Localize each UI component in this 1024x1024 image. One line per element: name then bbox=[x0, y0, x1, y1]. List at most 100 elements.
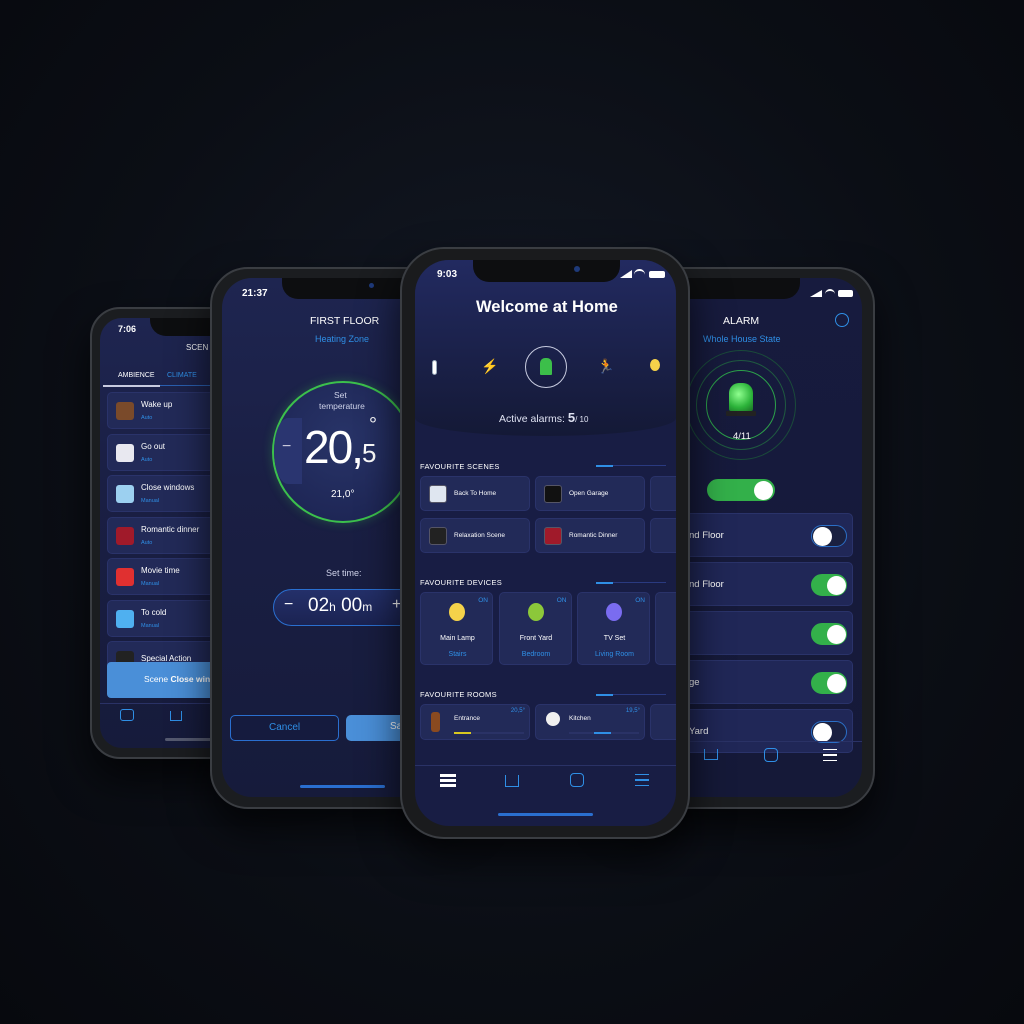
alarm-subtitle: Whole House State bbox=[703, 334, 781, 344]
minutes-unit: m bbox=[362, 600, 373, 614]
wifi-icon bbox=[634, 269, 645, 277]
zone-toggle[interactable] bbox=[811, 721, 847, 743]
nav-divider bbox=[415, 765, 676, 766]
status-time: 9:03 bbox=[437, 269, 458, 280]
plate-icon bbox=[546, 712, 560, 726]
notch bbox=[473, 260, 620, 282]
device-card[interactable]: ON TV Set Living Room bbox=[577, 592, 650, 665]
zone-toggle[interactable] bbox=[811, 574, 847, 596]
device-name: Main Lamp bbox=[440, 635, 475, 642]
tab-ambience[interactable]: AMBIENCE bbox=[118, 372, 155, 379]
scene-card-partial[interactable] bbox=[650, 476, 676, 511]
zone-name: Yard bbox=[689, 726, 709, 737]
device-card[interactable]: ON Main Lamp Stairs bbox=[420, 592, 493, 665]
active-alarms-label: Active alarms: bbox=[499, 413, 565, 425]
scenes-grid-icon[interactable] bbox=[120, 709, 134, 721]
siren-base bbox=[726, 411, 756, 416]
room-progress-fill bbox=[454, 731, 471, 734]
window-icon bbox=[116, 485, 134, 503]
wine-glasses-icon bbox=[544, 527, 562, 545]
home-indicator bbox=[498, 813, 593, 816]
minus-icon: − bbox=[282, 438, 292, 455]
home-icon[interactable] bbox=[505, 775, 519, 787]
scene-mode: Auto bbox=[141, 539, 153, 546]
home-icon[interactable] bbox=[704, 749, 718, 760]
zone-toggle[interactable] bbox=[811, 672, 847, 694]
menu-icon[interactable] bbox=[635, 774, 649, 786]
menu-icon[interactable] bbox=[823, 749, 837, 761]
hours-unit: h bbox=[329, 600, 336, 614]
toast-scene-name: Close win bbox=[170, 674, 211, 684]
home-icon[interactable] bbox=[170, 711, 182, 721]
scene-card[interactable]: Back To Home bbox=[420, 476, 530, 511]
device-card[interactable]: ON Front Yard Bedroom bbox=[498, 592, 572, 665]
devices-scroll-indicator[interactable] bbox=[596, 582, 666, 584]
cancel-button[interactable]: Cancel bbox=[230, 715, 339, 741]
scene-card-partial[interactable] bbox=[650, 518, 676, 553]
wifi-icon bbox=[825, 289, 835, 297]
scene-mode: Manual bbox=[141, 622, 160, 629]
tv-icon bbox=[606, 603, 622, 621]
zone-toggle[interactable] bbox=[811, 525, 847, 547]
thermometer-icon[interactable] bbox=[432, 360, 437, 375]
scene-name: Wake up bbox=[141, 400, 173, 409]
toggle-knob bbox=[827, 576, 846, 595]
lightning-icon[interactable]: ⚡ bbox=[481, 358, 498, 375]
scene-mode: Auto bbox=[141, 456, 153, 463]
scenes-grid-icon[interactable] bbox=[440, 774, 456, 787]
door-enter-icon bbox=[429, 485, 447, 503]
play-icon[interactable] bbox=[764, 748, 778, 762]
toggle-knob bbox=[827, 625, 846, 644]
device-name: TV Set bbox=[603, 635, 626, 642]
device-card-partial[interactable] bbox=[655, 592, 676, 665]
alarm-siren-icon bbox=[540, 358, 552, 375]
scene-name: Romantic dinner bbox=[141, 524, 200, 534]
zone-toggle[interactable] bbox=[811, 623, 847, 645]
toggle-knob bbox=[827, 674, 846, 693]
temperature-label: temperature bbox=[319, 401, 365, 411]
light-bulb-icon bbox=[449, 603, 465, 621]
running-person-icon[interactable]: 🏃 bbox=[597, 358, 614, 375]
light-bulb-icon[interactable] bbox=[650, 359, 660, 371]
target-temperature-integer: 20, bbox=[304, 421, 364, 473]
tab-climate[interactable]: CLIMATE bbox=[167, 372, 197, 379]
status-time: 21:37 bbox=[242, 288, 268, 299]
decrease-time-button[interactable]: − bbox=[284, 596, 293, 614]
room-card[interactable]: Kitchen 19,5° bbox=[535, 704, 645, 740]
coffee-cup-icon bbox=[116, 402, 134, 420]
scene-card[interactable]: Romantic Dinner bbox=[535, 518, 645, 553]
alarm-category-button[interactable] bbox=[525, 346, 567, 388]
scene-card[interactable]: Open Garage bbox=[535, 476, 645, 511]
garden-lamp-icon bbox=[527, 603, 544, 621]
minutes-value: 00 bbox=[341, 595, 363, 616]
cancel-label: Cancel bbox=[269, 722, 301, 733]
page-title: SCEN bbox=[186, 343, 209, 352]
degree-symbol: ° bbox=[369, 414, 377, 436]
scene-mode: Manual bbox=[141, 498, 160, 504]
time-value: 02h 00m bbox=[308, 595, 372, 617]
master-alarm-toggle[interactable] bbox=[707, 479, 775, 501]
wine-glasses-icon bbox=[116, 526, 134, 545]
device-room: Stairs bbox=[448, 651, 467, 658]
zone-subtitle: Heating Zone bbox=[315, 334, 370, 344]
history-icon[interactable] bbox=[835, 313, 849, 327]
scene-card-label: Relaxation Scene bbox=[454, 532, 505, 539]
room-card-partial[interactable] bbox=[650, 704, 676, 740]
play-icon[interactable] bbox=[570, 773, 584, 787]
alarm-siren-icon bbox=[729, 383, 753, 411]
clapperboard-code-icon bbox=[544, 485, 562, 503]
scene-mode: Auto bbox=[141, 415, 153, 421]
device-state: ON bbox=[478, 597, 488, 604]
camera-icon bbox=[369, 283, 374, 288]
zone-name: nd Floor bbox=[689, 579, 724, 590]
zone-name: ge bbox=[689, 677, 700, 688]
rooms-scroll-indicator[interactable] bbox=[596, 694, 666, 696]
room-card[interactable]: Entrance 20,5° bbox=[420, 704, 530, 740]
room-temperature: 20,5° bbox=[510, 708, 525, 714]
scene-card[interactable]: Relaxation Scene bbox=[420, 518, 530, 553]
scene-card-label: Open Garage bbox=[569, 490, 609, 497]
toggle-knob bbox=[813, 723, 832, 742]
room-temperature: 19,5° bbox=[625, 708, 640, 714]
snowflake-icon bbox=[116, 609, 134, 628]
scenes-scroll-indicator[interactable] bbox=[596, 465, 666, 467]
